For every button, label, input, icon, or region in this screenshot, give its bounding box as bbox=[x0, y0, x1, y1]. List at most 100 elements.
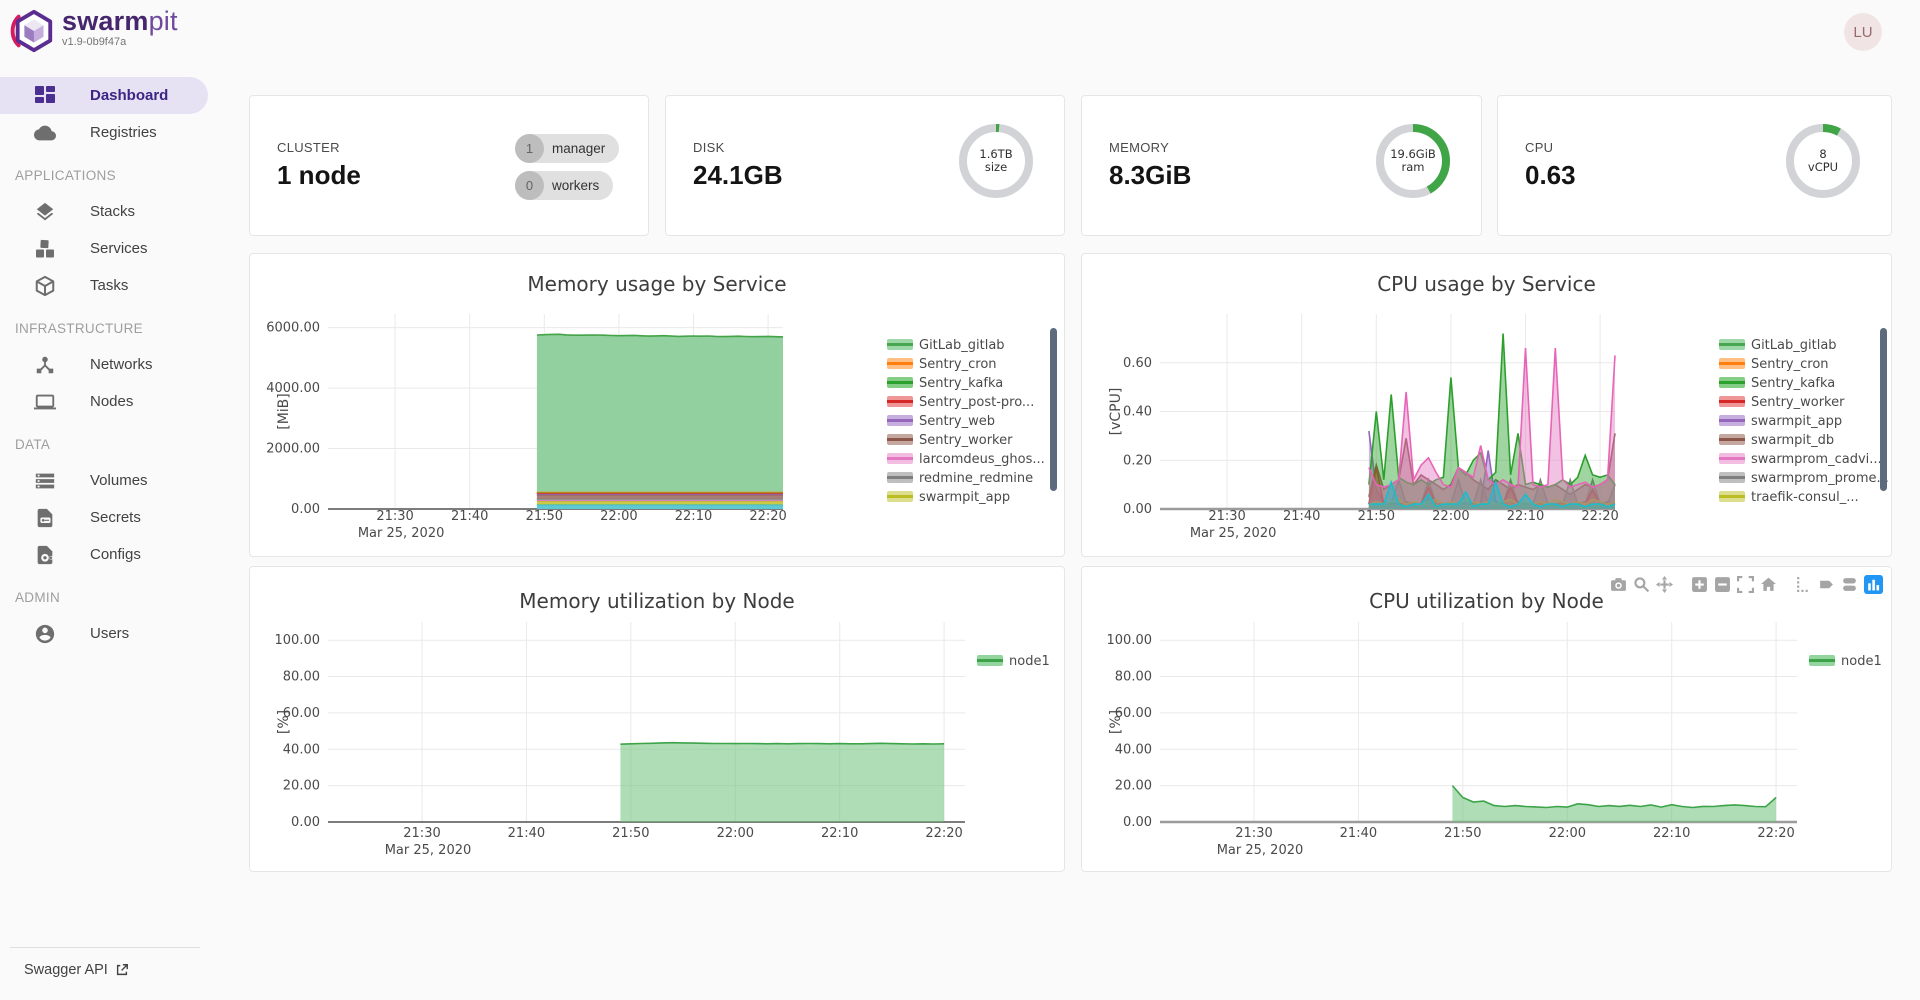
config-file-icon bbox=[34, 544, 56, 566]
laptop-icon bbox=[34, 391, 56, 413]
svg-text:0.00: 0.00 bbox=[1123, 502, 1152, 517]
user-icon bbox=[34, 623, 56, 645]
cpu-card: CPU 0.63 8vCPU bbox=[1497, 95, 1892, 236]
memory-utilization-by-node-chart[interactable]: 0.0020.0040.0060.0080.00100.0021:3021:40… bbox=[250, 567, 1065, 872]
svg-text:Sentry_post-pro...: Sentry_post-pro... bbox=[919, 395, 1034, 410]
memory-usage-by-service-card: Memory usage by Service 0.002000.004000.… bbox=[249, 253, 1065, 557]
svg-text:21:40: 21:40 bbox=[451, 509, 488, 524]
manager-count-chip: 1 manager bbox=[515, 134, 619, 163]
svg-text:GitLab_gitlab: GitLab_gitlab bbox=[1751, 338, 1837, 353]
swarmpit-logo-icon bbox=[10, 8, 56, 59]
svg-text:0.00: 0.00 bbox=[291, 502, 320, 517]
svg-text:22:00: 22:00 bbox=[1432, 509, 1469, 524]
svg-text:node1: node1 bbox=[1841, 654, 1882, 669]
svg-text:Sentry_cron: Sentry_cron bbox=[919, 357, 997, 372]
sidebar-item-networks[interactable]: Networks bbox=[0, 346, 210, 383]
cluster-card: CLUSTER 1 node 1 manager 0 workers bbox=[249, 95, 649, 236]
svg-text:0.20: 0.20 bbox=[1123, 453, 1152, 468]
plotly-logo-icon[interactable] bbox=[1864, 575, 1883, 594]
app-title: swarmpit bbox=[62, 8, 178, 35]
svg-text:0.00: 0.00 bbox=[1123, 815, 1152, 830]
cpu-usage-by-service-card: CPU usage by Service 0.000.200.400.6021:… bbox=[1081, 253, 1892, 557]
memory-card: MEMORY 8.3GiB 19.6GiBram bbox=[1081, 95, 1482, 236]
svg-text:swarmprom_prome...: swarmprom_prome... bbox=[1751, 471, 1889, 486]
disk-card: DISK 24.1GB 1.6TBsize bbox=[665, 95, 1065, 236]
pan-icon[interactable] bbox=[1656, 576, 1673, 593]
storage-icon bbox=[34, 470, 56, 492]
app-logo: swarmpit v1.9-0b9f47a bbox=[10, 8, 178, 59]
hover-compare-icon[interactable] bbox=[1841, 576, 1858, 593]
svg-text:22:00: 22:00 bbox=[717, 826, 754, 841]
svg-text:21:30: 21:30 bbox=[1208, 509, 1245, 524]
svg-text:[vCPU]: [vCPU] bbox=[1108, 388, 1124, 436]
svg-text:[%]: [%] bbox=[276, 710, 292, 734]
svg-text:21:40: 21:40 bbox=[508, 826, 545, 841]
svg-text:Mar 25, 2020: Mar 25, 2020 bbox=[1190, 526, 1277, 541]
workers-count-chip: 0 workers bbox=[515, 171, 613, 200]
svg-text:22:10: 22:10 bbox=[1507, 509, 1544, 524]
svg-text:larcomdeus_ghos...: larcomdeus_ghos... bbox=[919, 452, 1045, 467]
cluster-chips: 1 manager 0 workers bbox=[515, 134, 619, 208]
cpu-utilization-by-node-chart[interactable]: 0.0020.0040.0060.0080.00100.0021:3021:40… bbox=[1082, 567, 1892, 872]
app-version: v1.9-0b9f47a bbox=[62, 37, 178, 48]
sidebar-item-registries[interactable]: Registries bbox=[0, 114, 210, 151]
sidebar-item-dashboard[interactable]: Dashboard bbox=[0, 77, 208, 114]
svg-text:22:10: 22:10 bbox=[1653, 826, 1690, 841]
zoom-out-icon[interactable] bbox=[1714, 576, 1731, 593]
svg-text:Sentry_worker: Sentry_worker bbox=[1751, 395, 1845, 410]
sidebar-item-services[interactable]: Services bbox=[0, 230, 210, 267]
reset-axes-icon[interactable] bbox=[1760, 576, 1777, 593]
sidebar-nav: Dashboard Registries APPLICATIONS Stacks… bbox=[0, 77, 210, 652]
divider bbox=[10, 947, 200, 948]
svg-text:21:50: 21:50 bbox=[1444, 826, 1481, 841]
svg-text:40.00: 40.00 bbox=[283, 742, 320, 757]
svg-text:40.00: 40.00 bbox=[1115, 742, 1152, 757]
sidebar-section-infrastructure: INFRASTRUCTURE bbox=[0, 310, 210, 346]
zoom-in-icon[interactable] bbox=[1691, 576, 1708, 593]
cpu-usage-by-service-chart[interactable]: 0.00 0.20 0.40 0.60 21:30 21:40 21:50 22:00 22:1… bbox=[1082, 254, 1892, 557]
autoscale-icon[interactable] bbox=[1737, 576, 1754, 593]
user-avatar[interactable]: LU bbox=[1844, 13, 1882, 51]
sidebar-section-applications: APPLICATIONS bbox=[0, 157, 210, 193]
svg-text:20.00: 20.00 bbox=[1115, 779, 1152, 794]
spikelines-icon[interactable] bbox=[1795, 576, 1812, 593]
svg-text:21:50: 21:50 bbox=[612, 826, 649, 841]
cloud-icon bbox=[34, 122, 56, 144]
svg-text:21:50: 21:50 bbox=[1358, 509, 1395, 524]
svg-text:0.40: 0.40 bbox=[1123, 405, 1152, 420]
zoom-icon[interactable] bbox=[1633, 576, 1650, 593]
memory-usage-by-service-chart[interactable]: 0.002000.004000.006000.0021:3021:4021:50… bbox=[250, 254, 1065, 557]
cubes-icon bbox=[34, 238, 56, 260]
sidebar-item-secrets[interactable]: Secrets bbox=[0, 499, 210, 536]
cpu-gauge: 8vCPU bbox=[1785, 123, 1861, 199]
svg-text:redmine_redmine: redmine_redmine bbox=[919, 471, 1033, 486]
svg-text:[%]: [%] bbox=[1108, 710, 1124, 734]
svg-text:2000.00: 2000.00 bbox=[266, 442, 320, 457]
hover-closest-icon[interactable] bbox=[1818, 576, 1835, 593]
sidebar-item-tasks[interactable]: Tasks bbox=[0, 267, 210, 304]
camera-icon[interactable] bbox=[1610, 576, 1627, 593]
svg-text:traefik-consul_...: traefik-consul_... bbox=[1751, 490, 1859, 505]
secret-file-icon bbox=[34, 507, 56, 529]
sidebar-item-users[interactable]: Users bbox=[0, 615, 210, 652]
sidebar-item-volumes[interactable]: Volumes bbox=[0, 462, 210, 499]
svg-text:swarmpit_db: swarmpit_db bbox=[1751, 433, 1834, 448]
svg-text:0.60: 0.60 bbox=[1123, 356, 1152, 371]
svg-text:Sentry_cron: Sentry_cron bbox=[1751, 357, 1829, 372]
sidebar-item-configs[interactable]: Configs bbox=[0, 536, 210, 573]
sidebar-item-nodes[interactable]: Nodes bbox=[0, 383, 210, 420]
svg-text:Sentry_kafka: Sentry_kafka bbox=[919, 376, 1003, 391]
svg-text:[MiB]: [MiB] bbox=[276, 393, 292, 430]
sidebar-item-stacks[interactable]: Stacks bbox=[0, 193, 210, 230]
svg-text:22:10: 22:10 bbox=[821, 826, 858, 841]
plotly-modebar bbox=[1610, 575, 1883, 594]
svg-text:swarmprom_cadvi...: swarmprom_cadvi... bbox=[1751, 452, 1882, 467]
svg-text:21:50: 21:50 bbox=[526, 509, 563, 524]
svg-text:22:10: 22:10 bbox=[675, 509, 712, 524]
swagger-api-link[interactable]: Swagger API bbox=[0, 962, 210, 1000]
svg-text:node1: node1 bbox=[1009, 654, 1050, 669]
svg-text:Mar 25, 2020: Mar 25, 2020 bbox=[358, 526, 445, 541]
svg-text:Sentry_kafka: Sentry_kafka bbox=[1751, 376, 1835, 391]
svg-text:21:40: 21:40 bbox=[1283, 509, 1320, 524]
sidebar-section-admin: ADMIN bbox=[0, 579, 210, 615]
